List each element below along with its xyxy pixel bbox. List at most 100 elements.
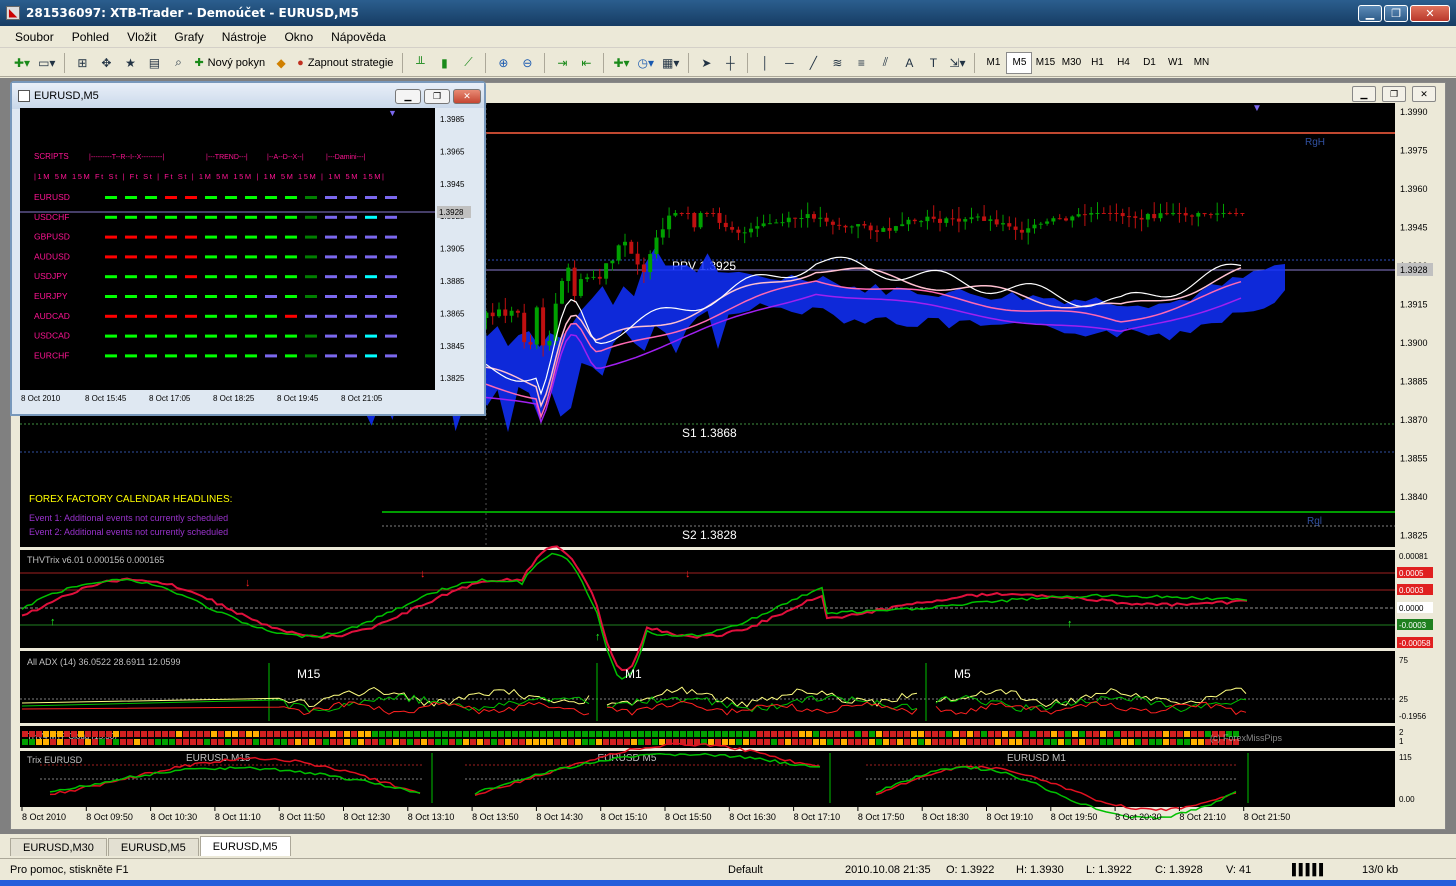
zoom-in-icon[interactable]: ⊕ bbox=[492, 52, 514, 74]
subwindow-close-button[interactable]: ✕ bbox=[453, 88, 481, 104]
new-chart-icon[interactable]: ✚▾ bbox=[11, 52, 33, 74]
navigator-icon[interactable]: ★ bbox=[119, 52, 141, 74]
cloud-cell bbox=[204, 739, 210, 745]
chart-minimize-button[interactable]: ▁ bbox=[1352, 86, 1376, 102]
subwindow-minimize-button[interactable]: ▁ bbox=[395, 88, 421, 104]
new-order-button[interactable]: ✚ Nový pokyn bbox=[191, 52, 268, 74]
cloud-cell bbox=[36, 731, 42, 737]
close-button[interactable]: ✕ bbox=[1410, 4, 1450, 22]
horizontal-line-icon[interactable]: ─ bbox=[778, 52, 800, 74]
profiles-icon[interactable]: ▭▾ bbox=[35, 52, 58, 74]
line-chart-icon[interactable]: ⟋ bbox=[457, 52, 479, 74]
tab-eurusd-m5-active[interactable]: EURUSD,M5 bbox=[199, 836, 291, 856]
channel-icon[interactable]: ≋ bbox=[826, 52, 848, 74]
time-axis-label: 8 Oct 11:10 bbox=[215, 812, 261, 822]
chart-restore-button[interactable]: ❐ bbox=[1382, 86, 1406, 102]
cloud-cell bbox=[435, 739, 441, 745]
tester-icon[interactable]: ⌕ bbox=[167, 52, 189, 74]
candle-body bbox=[497, 309, 501, 317]
cloud-cell bbox=[400, 739, 406, 745]
subwindow-chart[interactable]: ▼1.39851.39651.39451.39251.39051.38851.3… bbox=[20, 108, 484, 413]
menu-pohled[interactable]: Pohled bbox=[63, 30, 118, 44]
cloud-cell bbox=[463, 739, 469, 745]
candle-body bbox=[830, 221, 835, 225]
candle-body bbox=[660, 229, 665, 238]
signal-dash bbox=[105, 215, 117, 219]
terminal-icon[interactable]: ▤ bbox=[143, 52, 165, 74]
timeframe-m5[interactable]: M5 bbox=[1006, 51, 1033, 74]
signal-dash bbox=[325, 314, 337, 318]
menu-okno[interactable]: Okno bbox=[275, 30, 322, 44]
candle-chart-icon[interactable]: ▮ bbox=[433, 52, 455, 74]
cloud-cell bbox=[792, 739, 798, 745]
trendline-icon[interactable]: ╱ bbox=[802, 52, 824, 74]
cloud-cell bbox=[652, 731, 658, 737]
signal-dash bbox=[185, 354, 197, 358]
cloud-cell bbox=[918, 731, 924, 737]
data-window-icon[interactable]: ✥ bbox=[95, 52, 117, 74]
signal-dash bbox=[245, 275, 257, 279]
subwindow-maximize-button[interactable]: ❐ bbox=[424, 88, 450, 104]
cloud-cell bbox=[85, 731, 91, 737]
cloud-cell bbox=[561, 739, 567, 745]
chart-shift-icon[interactable]: ⇤ bbox=[575, 52, 597, 74]
candle-body bbox=[616, 245, 621, 261]
cloud-cell bbox=[603, 739, 609, 745]
strategy-button[interactable]: ● Zapnout strategie bbox=[294, 52, 396, 74]
cloud-cell bbox=[1037, 731, 1043, 737]
cloud-cell bbox=[960, 731, 966, 737]
signal-dash bbox=[145, 295, 157, 298]
signal-dash bbox=[265, 255, 277, 259]
fibo-icon[interactable]: ≡ bbox=[850, 52, 872, 74]
text-icon[interactable]: A bbox=[898, 52, 920, 74]
price-axis-label: 1.3960 bbox=[1400, 184, 1428, 194]
signal-dash bbox=[245, 314, 257, 318]
price-axis-label: 1.3885 bbox=[1400, 377, 1428, 387]
menu-vlozit[interactable]: Vložit bbox=[118, 30, 165, 44]
menu-grafy[interactable]: Grafy bbox=[165, 30, 212, 44]
timeframe-m30[interactable]: M30 bbox=[1058, 52, 1084, 74]
candle-body bbox=[522, 312, 527, 343]
autoscroll-icon[interactable]: ⇥ bbox=[551, 52, 573, 74]
menu-soubor[interactable]: Soubor bbox=[6, 30, 63, 44]
time-axis-label: 8 Oct 16:30 bbox=[729, 812, 776, 822]
menu-nastroje[interactable]: Nástroje bbox=[213, 30, 276, 44]
tab-eurusd-m5[interactable]: EURUSD,M5 bbox=[107, 838, 199, 856]
chart-close-button[interactable]: ✕ bbox=[1412, 86, 1436, 102]
cloud-cell bbox=[1121, 731, 1127, 737]
timeframe-m15[interactable]: M15 bbox=[1032, 52, 1058, 74]
timeframe-mn[interactable]: MN bbox=[1188, 52, 1214, 74]
timeframe-h1[interactable]: H1 bbox=[1084, 52, 1110, 74]
timeframe-d1[interactable]: D1 bbox=[1136, 52, 1162, 74]
periods-icon[interactable]: ◷▾ bbox=[635, 52, 658, 74]
cloud-cell bbox=[904, 731, 910, 737]
candle-body bbox=[534, 307, 539, 345]
indicators-icon[interactable]: ✚▾ bbox=[610, 52, 632, 74]
zoom-out-icon[interactable]: ⊖ bbox=[516, 52, 538, 74]
menu-napoveda[interactable]: Nápověda bbox=[322, 30, 395, 44]
trix-axis-label: 0.00 bbox=[1399, 795, 1415, 804]
crosshair-icon[interactable]: ┼ bbox=[719, 52, 741, 74]
arrows-icon[interactable]: ⇲▾ bbox=[946, 52, 968, 74]
tab-eurusd-m30[interactable]: EURUSD,M30 bbox=[10, 838, 107, 856]
cloud-cell bbox=[106, 731, 112, 737]
cloud-cell bbox=[687, 731, 693, 737]
bar-chart-icon[interactable]: ╨ bbox=[409, 52, 431, 74]
subwindow-titlebar[interactable]: EURUSD,M5 ▁ ❐ ✕ bbox=[12, 83, 484, 109]
fibo-fan-icon[interactable]: ⫽ bbox=[874, 52, 896, 74]
status-high: H: 1.3930 bbox=[1016, 863, 1064, 876]
meta-editor-icon[interactable]: ◆ bbox=[270, 52, 292, 74]
timeframe-h4[interactable]: H4 bbox=[1110, 52, 1136, 74]
templates-icon[interactable]: ▦▾ bbox=[659, 52, 682, 74]
timeframe-w1[interactable]: W1 bbox=[1162, 52, 1188, 74]
minimize-button[interactable]: ▁ bbox=[1358, 4, 1382, 22]
title-bar[interactable]: ◣ 281536097: XTB-Trader - Demoúčet - EUR… bbox=[0, 0, 1456, 26]
text-label-icon[interactable]: T bbox=[922, 52, 944, 74]
timeframe-m1[interactable]: M1 bbox=[980, 52, 1006, 74]
vertical-line-icon[interactable]: │ bbox=[754, 52, 776, 74]
cloud-cell bbox=[106, 739, 112, 745]
maximize-button[interactable]: ❐ bbox=[1384, 4, 1408, 22]
market-watch-icon[interactable]: ⊞ bbox=[71, 52, 93, 74]
cursor-icon[interactable]: ➤ bbox=[695, 52, 717, 74]
thv-down-arrow: ↓ bbox=[685, 568, 691, 580]
